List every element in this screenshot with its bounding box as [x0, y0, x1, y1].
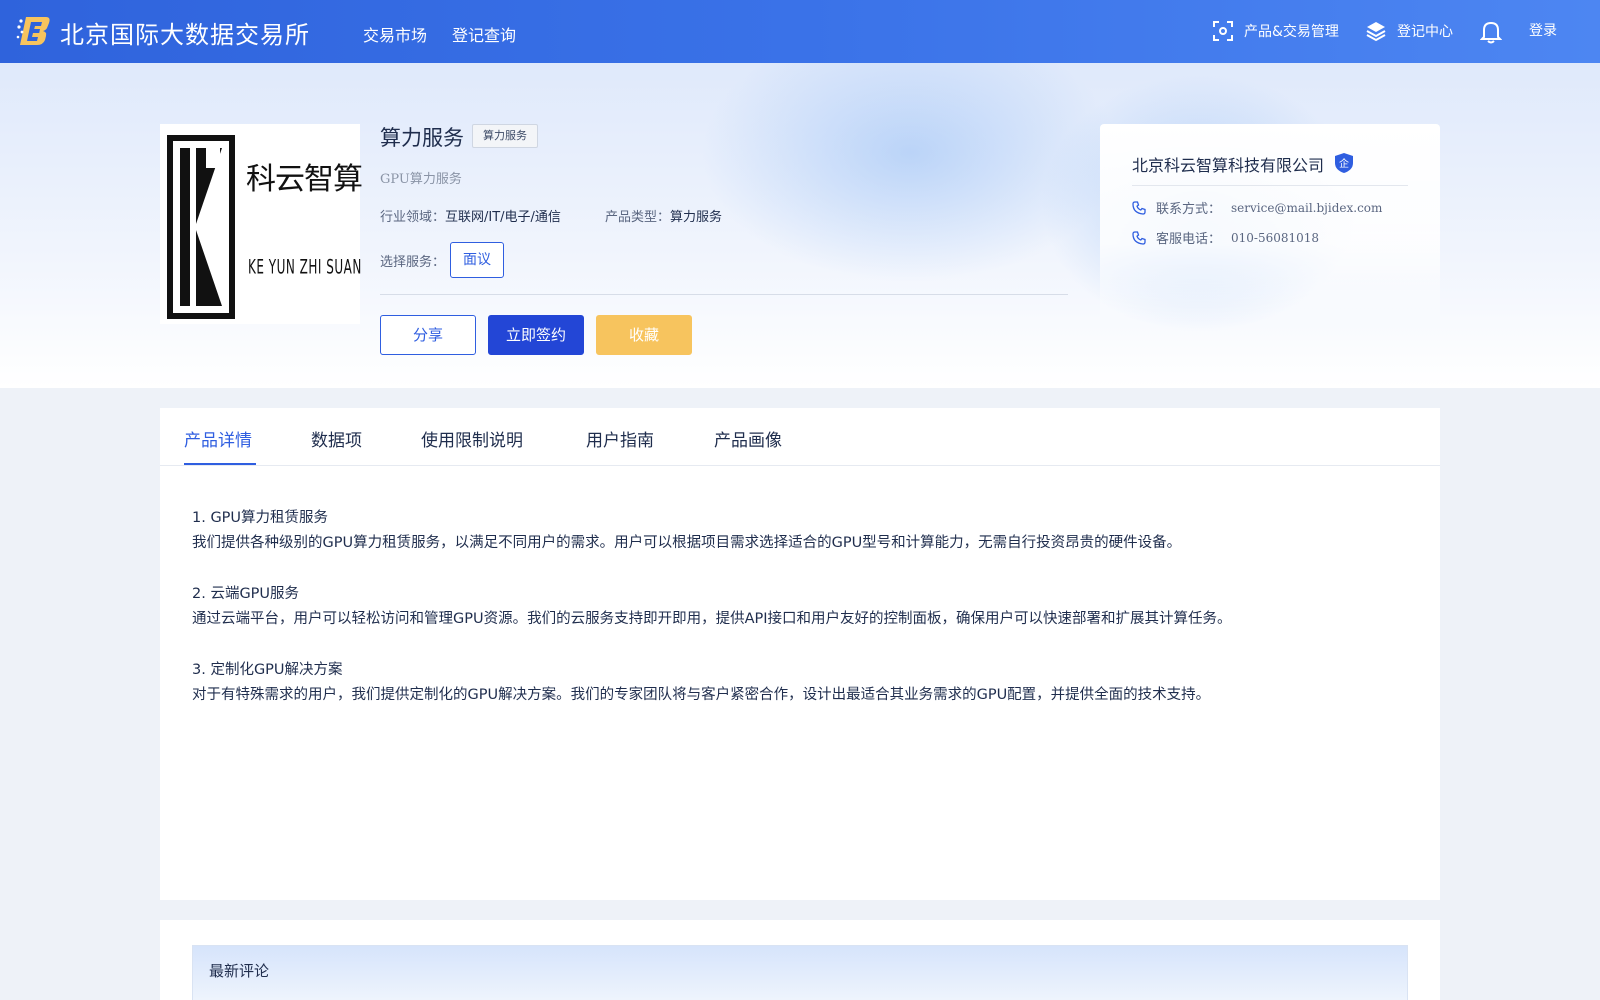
detail-tabs: 产品详情 数据项 使用限制说明 用户指南 产品画像	[160, 408, 1440, 466]
notification-button[interactable]	[1480, 20, 1502, 44]
registration-center-link[interactable]: 登记中心	[1365, 20, 1453, 42]
brand-name[interactable]: 北京国际大数据交易所	[60, 15, 310, 50]
active-tab-indicator	[184, 463, 256, 465]
product-subtitle: GPU算力服务	[380, 172, 462, 187]
company-name[interactable]: 北京科云智算科技有限公司	[1132, 152, 1324, 176]
logo-chinese-name: 科云智算	[246, 162, 363, 197]
product-logo: 科云智算 KE YUN ZHI SUAN	[160, 124, 363, 324]
layers-icon	[1366, 22, 1386, 42]
logo-pinyin: KE YUN ZHI SUAN	[248, 256, 362, 279]
product-type-label: 产品类型：	[605, 210, 671, 225]
product-trade-management-label: 产品&交易管理	[1244, 24, 1339, 40]
service-phone-row: 客服电话： 010-56081018	[1132, 228, 1319, 247]
phone-icon	[1132, 230, 1146, 245]
tab-product-details[interactable]: 产品详情	[184, 426, 252, 451]
service-phone-label: 客服电话：	[1156, 232, 1222, 247]
nav-trading-market[interactable]: 交易市场	[363, 22, 427, 46]
comments-title: 最新评论	[209, 962, 270, 980]
tab-user-guide[interactable]: 用户指南	[586, 426, 654, 451]
detail-body: 对于有特殊需求的用户，我们提供定制化的GPU解决方案。我们的专家团队将与客户紧密…	[192, 687, 1211, 703]
detail-body: 我们提供各种级别的GPU算力租赁服务，以满足不同用户的需求。用户可以根据项目需求…	[192, 535, 1182, 551]
select-service-label: 选择服务：	[380, 255, 446, 270]
detail-heading: 3. 定制化GPU解决方案	[192, 662, 343, 678]
detail-section: 2. 云端GPU服务 通过云端平台，用户可以轻松访问和管理GPU资源。我们的云服…	[192, 582, 1232, 632]
detail-body: 通过云端平台，用户可以轻松访问和管理GPU资源。我们的云服务支持即开即用，提供A…	[192, 611, 1232, 627]
sign-now-button[interactable]: 立即签约	[488, 315, 584, 355]
share-button[interactable]: 分享	[380, 315, 476, 355]
company-card: 北京科云智算科技有限公司 企 联系方式： service@mail.bjidex…	[1100, 124, 1440, 324]
tab-product-profile[interactable]: 产品画像	[714, 426, 782, 451]
bjidex-logo-icon[interactable]	[16, 14, 52, 48]
enterprise-verified-icon: 企	[1335, 153, 1353, 173]
bell-icon	[1480, 21, 1502, 44]
contact-email[interactable]: service@mail.bjidex.com	[1231, 201, 1382, 215]
product-trade-management-link[interactable]: 产品&交易管理	[1212, 20, 1339, 42]
product-detail-panel: 产品详情 数据项 使用限制说明 用户指南 产品画像 1. GPU算力租赁服务 我…	[160, 408, 1440, 900]
registration-center-label: 登记中心	[1397, 24, 1453, 40]
comments-header: 最新评论	[192, 945, 1408, 1000]
detail-heading: 1. GPU算力租赁服务	[192, 510, 329, 526]
monogram-k-logo	[167, 135, 235, 319]
nav-registration-query[interactable]: 登记查询	[452, 22, 516, 46]
industry-label: 行业领域：	[380, 210, 446, 225]
phone-icon	[1132, 200, 1146, 215]
service-phone-value: 010-56081018	[1231, 230, 1320, 245]
product-category-tag: 算力服务	[472, 124, 538, 148]
scan-frame-icon	[1213, 21, 1233, 41]
product-title: 算力服务	[380, 126, 464, 150]
detail-section: 1. GPU算力租赁服务 我们提供各种级别的GPU算力租赁服务，以满足不同用户的…	[192, 506, 1181, 556]
divider	[1132, 185, 1408, 186]
login-link[interactable]: 登录	[1529, 20, 1557, 40]
contact-label: 联系方式：	[1156, 202, 1222, 217]
service-option-negotiable[interactable]: 面议	[450, 242, 504, 278]
login-label: 登录	[1529, 23, 1557, 39]
contact-email-row: 联系方式： service@mail.bjidex.com	[1132, 198, 1382, 217]
industry-value: 互联网/IT/电子/通信	[445, 210, 561, 225]
divider	[380, 294, 1068, 295]
favorite-button[interactable]: 收藏	[596, 315, 692, 355]
product-type-field: 产品类型：算力服务	[605, 206, 722, 225]
industry-field: 行业领域：互联网/IT/电子/通信	[380, 206, 561, 225]
comments-panel: 最新评论	[160, 920, 1440, 1000]
product-type-value: 算力服务	[670, 210, 723, 225]
tab-data-items[interactable]: 数据项	[311, 426, 362, 451]
detail-heading: 2. 云端GPU服务	[192, 586, 300, 602]
detail-section: 3. 定制化GPU解决方案 对于有特殊需求的用户，我们提供定制化的GPU解决方案…	[192, 658, 1210, 708]
tab-usage-restrictions[interactable]: 使用限制说明	[421, 426, 523, 451]
enterprise-badge-text: 企	[1339, 157, 1349, 170]
top-navigation-bar: 北京国际大数据交易所 交易市场 登记查询 产品&交易管理 登记中心 登录	[0, 0, 1600, 63]
